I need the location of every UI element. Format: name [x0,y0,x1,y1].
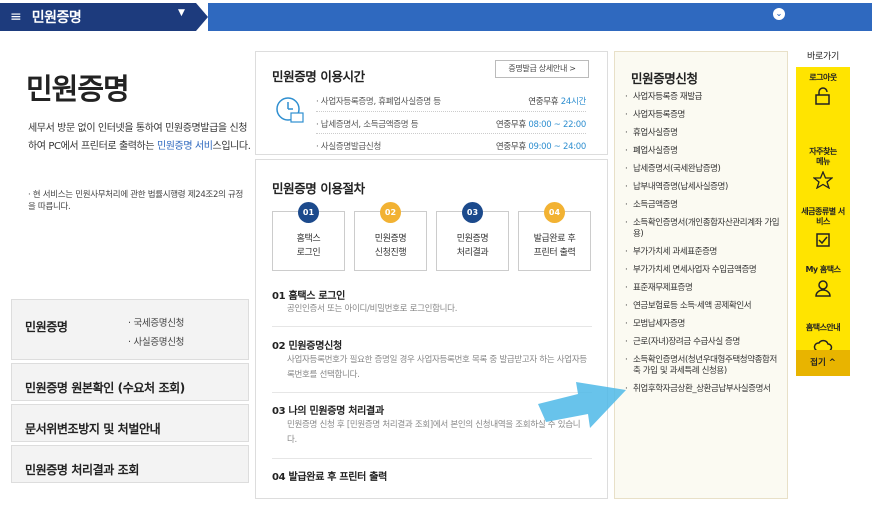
checkbox-icon [816,233,830,247]
apply-item[interactable]: 폐업사실증명 [625,146,783,157]
star-icon [813,171,833,189]
step-card: 04 발급완료 후 프린터 출력 [518,202,591,271]
quick-link-header: 바로가기 [807,52,839,62]
left-menu-label: 민원증명 [25,320,68,334]
left-menu-item-certificate[interactable]: 민원증명 · 국세증명신청 · 사실증명신청 [11,299,249,360]
page-description: 세무서 방문 없이 인터넷을 통하여 민원증명발급을 신청하여 PC에서 프린터… [28,123,251,152]
apply-item[interactable]: 납부내역증명(납세사실증명) [625,182,783,193]
section-heading: 02 민원증명신청 [272,341,342,352]
arrow-right-icon [538,382,626,428]
apply-item[interactable]: 모범납세자증명 [625,319,783,330]
certificate-apply-panel: 민원증명신청 사업자등록증 재발급 사업자등록증명 휴업사실증명 폐업사실증명 … [614,51,788,499]
apply-item[interactable]: 사업자등록증 재발급 [625,92,783,103]
apply-item[interactable]: 부가가치세 면세사업자 수입금액증명 [625,265,783,276]
apply-item[interactable]: 소득확인증명서(개인종합자산관리계좌 가입용) [625,218,783,240]
user-icon [815,280,831,297]
usage-time-title: 민원증명 이용시간 [272,69,365,84]
quick-favorite-menu[interactable]: 자주찾는 메뉴 [796,147,850,189]
apply-item[interactable]: 납세증명서(국세완납증명) [625,164,783,175]
apply-item[interactable]: 부가가치세 과세표준증명 [625,247,783,258]
divider [272,326,592,327]
hamburger-icon[interactable]: ≡ [10,9,22,25]
service-link[interactable]: 민원증명 서비 [157,141,213,152]
apply-item[interactable]: 근로(자녀)장려금 수급사실 증명 [625,337,783,348]
step-card: 02 민원증명 신청진행 [354,202,427,271]
top-submenu-bar [208,3,872,31]
menu-title: 민원증명 [31,10,82,26]
apply-item[interactable]: 표준재무제표증명 [625,283,783,294]
quick-logout[interactable]: 로그아웃 [796,73,850,105]
section-heading: 01 홈택스 로그인 [272,291,346,302]
divider [316,111,586,112]
top-navigation-bar: ≡ 민원증명 ▼ ⌄ [0,0,877,34]
clock-icon [276,97,304,123]
quick-link-body: 로그아웃 자주찾는 메뉴 세금종류별 서비스 My 홈택스 홈택스안내 접기 ^ [796,67,850,376]
step-number: 01 [298,202,319,223]
fact-cert-link[interactable]: · 사실증명신청 [128,334,184,348]
process-title: 민원증명 이용절차 [272,181,365,196]
step-number: 04 [544,202,565,223]
menu-selector[interactable]: ≡ 민원증명 [0,3,208,31]
national-tax-cert-link[interactable]: · 국세증명신청 [128,315,184,329]
left-menu-item-forgery[interactable]: 문서위변조방지 및 처벌안내 [11,404,249,442]
quick-link-bar: 바로가기 로그아웃 자주찾는 메뉴 세금종류별 서비스 My 홈택스 홈택스안내… [796,49,850,376]
apply-list: 사업자등록증 재발급 사업자등록증명 휴업사실증명 폐업사실증명 납세증명서(국… [625,92,783,402]
apply-item[interactable]: 연금보험료등 소득·세액 공제확인서 [625,301,783,312]
dropdown-caret-icon[interactable]: ▼ [178,8,185,18]
chevron-down-circle-icon[interactable]: ⌄ [773,8,785,20]
usage-time-panel: 민원증명 이용시간 증명발급 상세안내 > · 사업자등록증명, 휴폐업사실증명… [255,51,608,155]
left-menu-item-verify[interactable]: 민원증명 원본확인 (수요처 조회) [11,363,249,401]
left-menu-item-result[interactable]: 민원증명 처리결과 조회 [11,445,249,483]
step-number: 02 [380,202,401,223]
apply-item[interactable]: 소득금액증명 [625,200,783,211]
divider [272,458,592,459]
quick-my-hometax[interactable]: My 홈택스 [796,265,850,297]
quick-tax-service[interactable]: 세금종류별 서비스 [796,207,850,249]
usage-process-panel: 민원증명 이용절차 01 홈택스 로그인 02 민원증명 신청진행 03 민원증명 처… [255,159,608,499]
legal-note: · 현 서비스는 민원사무처리에 관한 법률시행령 제24조2의 규정을 따릅니… [28,190,244,212]
apply-item[interactable]: 휴업사실증명 [625,128,783,139]
page-title: 민원증명 [26,72,130,106]
step-card: 01 홈택스 로그인 [272,202,345,271]
process-steps: 01 홈택스 로그인 02 민원증명 신청진행 03 민원증명 처리결과 04 발급완… [272,202,592,275]
section-description: 공인인증서 또는 아이디/비밀번호로 로그인합니다. [287,304,458,314]
apply-item[interactable]: 소득확인증명서(청년우대형주택청약종합저축 가입 및 과세특례 신청용) [625,355,783,377]
apply-item[interactable]: 사업자등록증명 [625,110,783,121]
step-card: 03 민원증명 처리결과 [436,202,509,271]
left-menu: 민원증명 · 국세증명신청 · 사실증명신청 민원증명 원본확인 (수요처 조회… [11,299,249,486]
apply-item[interactable]: 취업후학자금상환_상환금납부사실증명서 [625,384,783,395]
section-heading: 04 발급완료 후 프린터 출력 [272,472,388,483]
unlock-icon [815,87,830,105]
divider [316,133,586,134]
collapse-button[interactable]: 접기 ^ [796,350,850,376]
step-number: 03 [462,202,483,223]
apply-title: 민원증명신청 [631,71,698,86]
section-heading: 03 나의 민원증명 처리결과 [272,406,384,417]
guide-button[interactable]: 증명발급 상세안내 > [495,60,589,78]
